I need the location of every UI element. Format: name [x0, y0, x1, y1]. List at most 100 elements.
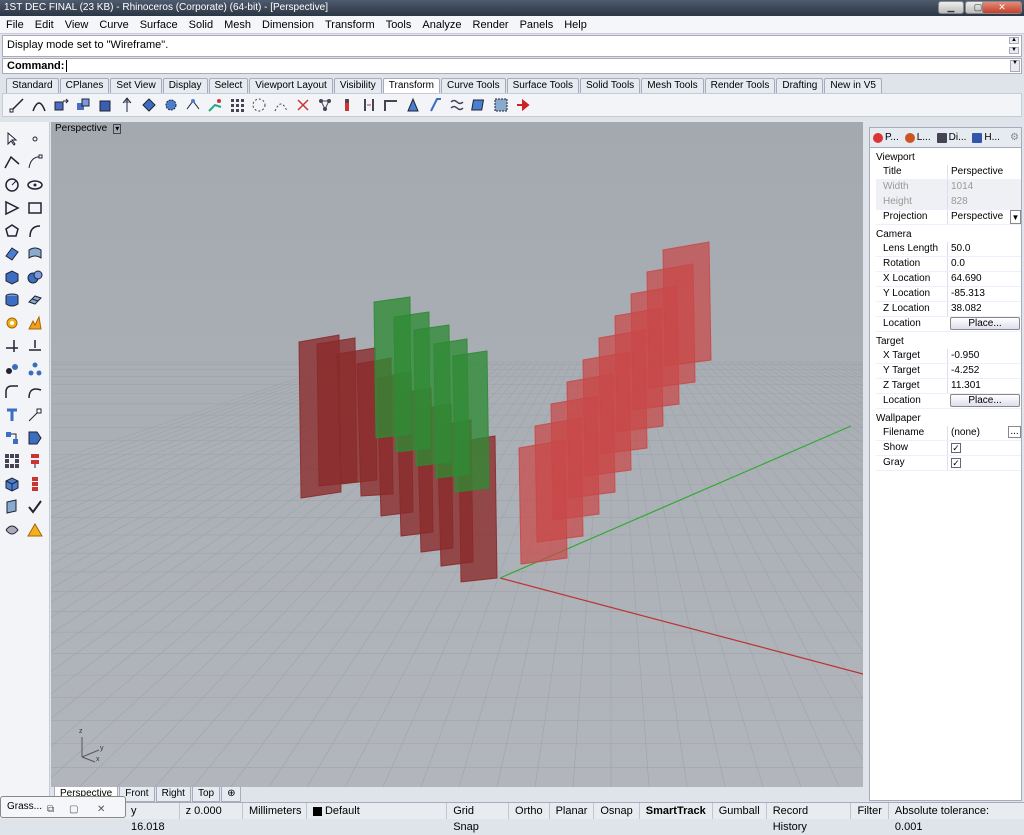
taper-icon[interactable] [337, 96, 356, 114]
prop-lens-field[interactable]: 50.0 [947, 242, 1021, 256]
warning-icon[interactable] [26, 521, 44, 539]
tab-solid-tools[interactable]: Solid Tools [580, 78, 640, 93]
history-scroll-down[interactable]: ▼ [1009, 47, 1019, 54]
scale-icon[interactable] [139, 96, 158, 114]
viewtab-right[interactable]: Right [156, 787, 191, 802]
menu-render[interactable]: Render [473, 19, 509, 31]
restore-icon[interactable]: ⧉ [47, 800, 54, 820]
viewport-title-label[interactable]: Perspective [55, 123, 107, 134]
blend-icon[interactable] [26, 383, 44, 401]
viewport-title[interactable]: Perspective ▾ [55, 123, 121, 134]
polar-array-icon[interactable] [249, 96, 268, 114]
tab-cplanes[interactable]: CPlanes [60, 78, 110, 93]
status-layer[interactable]: Default [307, 803, 447, 819]
tab-mesh-tools[interactable]: Mesh Tools [641, 78, 703, 93]
text-curve-icon[interactable] [26, 222, 44, 240]
history-icon[interactable] [26, 475, 44, 493]
render-icon[interactable] [26, 429, 44, 447]
status-filter[interactable]: Filter [851, 803, 888, 819]
panel-tab-display[interactable]: Di... [937, 132, 967, 143]
status-smarttrack[interactable]: SmartTrack [640, 803, 713, 819]
panel-tab-layers[interactable]: L... [905, 132, 931, 143]
grid-array-icon[interactable] [3, 452, 21, 470]
prop-xloc-field[interactable]: 64.690 [947, 272, 1021, 286]
panel-tab-help[interactable]: H... [972, 132, 1000, 143]
array-curve-icon[interactable] [271, 96, 290, 114]
fillet-icon[interactable] [3, 383, 21, 401]
prop-xtarget-field[interactable]: -0.950 [947, 349, 1021, 363]
cage-icon[interactable] [491, 96, 510, 114]
cube-blue-icon[interactable] [3, 475, 21, 493]
mirror-icon[interactable] [183, 96, 202, 114]
panel-tab-properties[interactable]: P... [873, 132, 899, 143]
stretch-icon[interactable] [403, 96, 422, 114]
viewtab-top[interactable]: Top [192, 787, 220, 802]
dimension-icon[interactable] [26, 406, 44, 424]
browse-button[interactable]: ... [1008, 426, 1021, 438]
command-line[interactable]: Command: ▼ [2, 58, 1022, 74]
tab-select[interactable]: Select [209, 78, 249, 93]
minimize-button[interactable]: ▁ [938, 1, 964, 14]
tab-drafting[interactable]: Drafting [776, 78, 823, 93]
prop-projection-select[interactable]: Perspective▼ [947, 210, 1021, 224]
tab-display[interactable]: Display [163, 78, 208, 93]
menu-help[interactable]: Help [564, 19, 587, 31]
splop-icon[interactable] [425, 96, 444, 114]
add-viewport-icon[interactable]: ⊕ [221, 787, 241, 802]
prop-ytarget-field[interactable]: -4.252 [947, 364, 1021, 378]
menu-view[interactable]: View [65, 19, 89, 31]
sheet-icon[interactable] [3, 498, 21, 516]
shape-icon[interactable] [3, 521, 21, 539]
split-icon[interactable] [26, 337, 44, 355]
tab-viewport-layout[interactable]: Viewport Layout [249, 78, 333, 93]
tab-standard[interactable]: Standard [6, 78, 59, 93]
arrow-right-icon[interactable] [513, 96, 532, 114]
menu-tools[interactable]: Tools [386, 19, 412, 31]
rotate-icon[interactable] [95, 96, 114, 114]
prop-rotation-field[interactable]: 0.0 [947, 257, 1021, 271]
menu-transform[interactable]: Transform [325, 19, 375, 31]
status-ortho[interactable]: Ortho [509, 803, 550, 819]
surface-corners-icon[interactable] [3, 245, 21, 263]
tab-visibility[interactable]: Visibility [334, 78, 382, 93]
polyline-icon[interactable] [3, 153, 21, 171]
prop-title-field[interactable]: Perspective [947, 165, 1021, 179]
rectangle-icon[interactable] [26, 199, 44, 217]
mesh-icon[interactable] [26, 291, 44, 309]
point-icon[interactable] [26, 130, 44, 148]
array-icon[interactable] [227, 96, 246, 114]
target-place-button[interactable]: Place... [950, 394, 1020, 407]
group-icon[interactable] [26, 360, 44, 378]
prop-yloc-field[interactable]: -85.313 [947, 287, 1021, 301]
loft-icon[interactable] [26, 245, 44, 263]
arc-icon[interactable] [3, 199, 21, 217]
prop-ztarget-field[interactable]: 11.301 [947, 379, 1021, 393]
close-button[interactable]: ✕ [982, 1, 1022, 14]
tab-render-tools[interactable]: Render Tools [705, 78, 776, 93]
status-record-history[interactable]: Record History [767, 803, 852, 819]
join-icon[interactable] [3, 360, 21, 378]
text-icon[interactable] [3, 406, 21, 424]
tab-surface-tools[interactable]: Surface Tools [507, 78, 579, 93]
viewport-menu-arrow-icon[interactable]: ▾ [113, 124, 121, 134]
ellipse-icon[interactable] [26, 176, 44, 194]
menu-dimension[interactable]: Dimension [262, 19, 314, 31]
bend-icon[interactable] [315, 96, 334, 114]
cage-edit-icon[interactable] [469, 96, 488, 114]
orient-icon[interactable] [205, 96, 224, 114]
menu-curve[interactable]: Curve [99, 19, 128, 31]
smash-icon[interactable] [381, 96, 400, 114]
maelstrom-icon[interactable] [447, 96, 466, 114]
menu-mesh[interactable]: Mesh [224, 19, 251, 31]
curve-icon[interactable] [29, 96, 48, 114]
menu-solid[interactable]: Solid [189, 19, 213, 31]
box-icon[interactable] [3, 268, 21, 286]
twist-icon[interactable] [293, 96, 312, 114]
settings-gear-icon[interactable]: ⚙ [1010, 132, 1019, 143]
scale-1d-icon[interactable] [161, 96, 180, 114]
prop-filename-field[interactable]: (none) [951, 426, 980, 440]
history-scroll-up[interactable]: ▲ [1009, 37, 1019, 44]
status-gumball[interactable]: Gumball [713, 803, 767, 819]
control-curve-icon[interactable] [26, 153, 44, 171]
polygon-icon[interactable] [3, 222, 21, 240]
